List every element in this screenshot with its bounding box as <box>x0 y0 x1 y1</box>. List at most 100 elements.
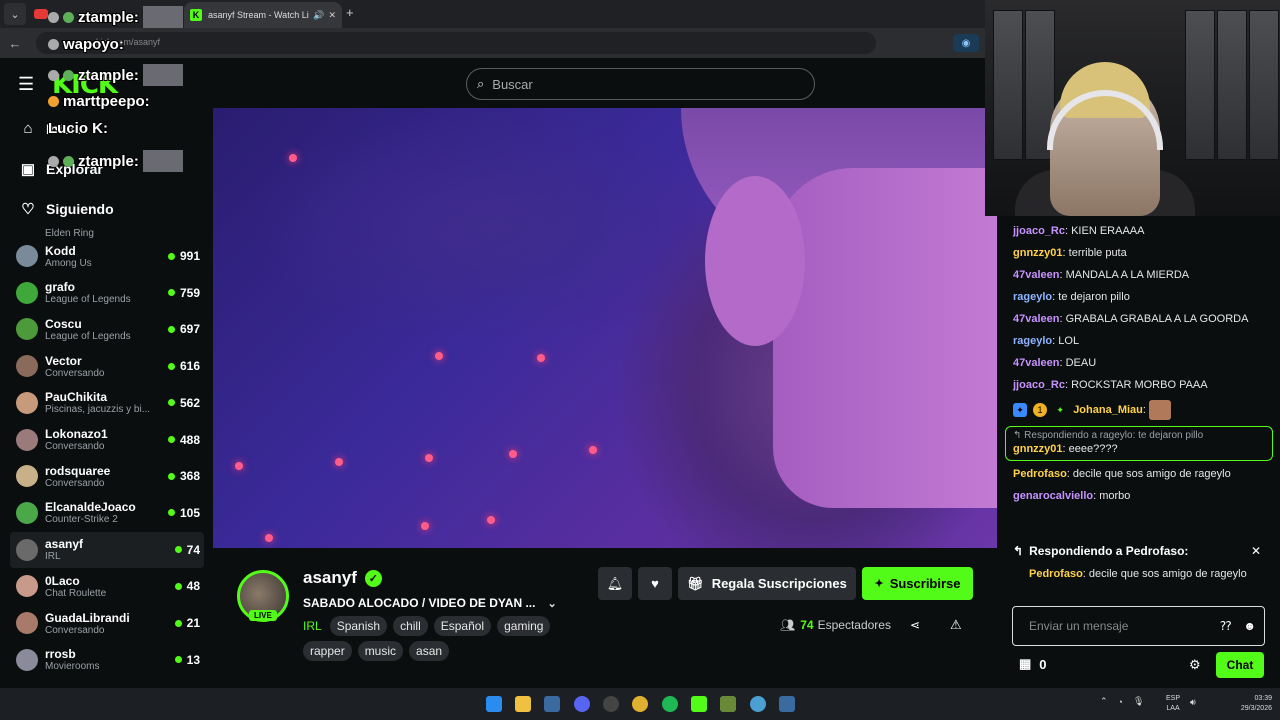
stream-category-link[interactable]: IRL <box>303 619 322 633</box>
browser-tab-active[interactable]: K asanyf Stream - Watch Live 🔊 ✕ <box>184 2 342 28</box>
report-icon[interactable]: ⚠ <box>950 617 962 633</box>
sidebar-channel-elcanaldejoaco[interactable]: ElcanaldeJoaco Counter-Strike 2 105 <box>10 495 204 531</box>
reply-context[interactable]: ↰ Respondiendo a rageylo: te dejaron pil… <box>1013 430 1265 441</box>
chat-input[interactable] <box>1029 619 1209 633</box>
chat-text: morbo <box>1099 490 1131 502</box>
app-icon[interactable] <box>750 696 766 712</box>
steam-icon[interactable] <box>544 696 560 712</box>
sidebar-channel-guadalibrandi[interactable]: GuadaLibrandi Conversando 21 <box>10 605 204 641</box>
translate-icon[interactable]: ⁇ <box>1220 619 1231 633</box>
sidebar-channel-coscu[interactable]: Coscu League of Legends 697 <box>10 311 204 347</box>
nav-siguiendo[interactable]: ♡ Siguiendo <box>18 200 113 218</box>
emoji-icon[interactable]: ☻ <box>1243 619 1256 633</box>
chevron-down-icon[interactable]: ⌄ <box>547 597 556 610</box>
windows-start-icon[interactable] <box>486 696 502 712</box>
volume-icon[interactable]: 🔊︎ <box>1190 697 1196 708</box>
tab-close-icon[interactable]: ✕ <box>328 10 336 21</box>
chat-text: terrible puta <box>1068 247 1127 259</box>
sidebar-channel-grafo[interactable]: grafo League of Legends 759 <box>10 275 204 311</box>
badge-icon: ✦ <box>1013 403 1027 417</box>
menu-icon[interactable]: ☰ <box>18 74 34 95</box>
channel-category: Conversando <box>45 367 105 379</box>
search-bar[interactable]: ⌕ Buscar <box>466 68 815 100</box>
gift-subs-button[interactable]: 🎁︎ Regala Suscripciones <box>678 567 856 600</box>
chat-input-box[interactable]: ⁇ ☻ <box>1012 606 1265 646</box>
discord-icon[interactable] <box>574 696 590 712</box>
chat-username[interactable]: rageylo <box>1013 335 1052 347</box>
overlay-chat-line: ztample: <box>48 64 183 86</box>
chat-username[interactable]: 47valeen <box>1013 269 1059 281</box>
sidebar-channel-0laco[interactable]: 0Laco Chat Roulette 48 <box>10 568 204 604</box>
chevron-up-icon[interactable]: ⌃ <box>1100 696 1108 707</box>
chat-username[interactable]: rageylo <box>1013 291 1052 303</box>
tag-chip[interactable]: rapper <box>303 641 352 661</box>
sidebar-channel-rodsquaree[interactable]: rodsquaree Conversando 368 <box>10 458 204 494</box>
sidebar-channel-lokonazo1[interactable]: Lokonazo1 Conversando 488 <box>10 422 204 458</box>
system-tray: ⌃ ◔ 🎙︎ <box>1100 696 1144 707</box>
spotify-icon[interactable] <box>662 696 678 712</box>
tab-audio-icon[interactable]: 🔊 <box>313 10 324 21</box>
channel-points[interactable]: ▦ 0 <box>1019 656 1047 672</box>
kick-icon[interactable] <box>691 696 707 712</box>
chat-username[interactable]: genarocalviello <box>1013 490 1093 502</box>
channel-viewers: 616 <box>168 359 204 373</box>
network-icon[interactable]: ◔ <box>1118 697 1123 707</box>
back-arrow-icon[interactable]: ← <box>4 36 26 51</box>
channel-name: Lokonazo1 <box>45 427 108 441</box>
tab-list-button[interactable]: ⌄ <box>4 3 26 25</box>
clock[interactable]: 03:39 29/3/2026 <box>1224 694 1272 714</box>
notification-bell-button[interactable]: 🔔︎ <box>598 567 632 600</box>
chat-username[interactable]: gnnzzy01 <box>1013 247 1063 259</box>
extension-icon[interactable]: ◉ <box>953 34 979 52</box>
language-indicator[interactable]: ESP LAA <box>1166 694 1180 714</box>
tag-chip[interactable]: chill <box>393 616 428 636</box>
avatar <box>16 355 38 378</box>
tag-chip[interactable]: gaming <box>497 616 551 636</box>
channel-name: 0Laco <box>45 573 80 588</box>
tag-chip[interactable]: Spanish <box>329 616 388 636</box>
chat-username[interactable]: 47valeen <box>1013 357 1059 369</box>
channel-category: Conversando <box>45 477 105 489</box>
chrome-icon[interactable] <box>632 696 648 712</box>
chat-username[interactable]: Pedrofaso <box>1013 468 1067 480</box>
chat-username[interactable]: jjoaco_Rc <box>1013 379 1065 391</box>
explore-icon: ▣ <box>20 161 36 178</box>
sidebar-channel-rrosb[interactable]: rrosb Movierooms 13 <box>10 642 204 678</box>
avatar <box>16 391 38 414</box>
file-explorer-icon[interactable] <box>515 696 531 712</box>
tag-chip[interactable]: asan <box>409 641 450 661</box>
overlay-chat-line: marttpeepo: <box>48 93 150 110</box>
sidebar-channel-kodd[interactable]: Kodd Among Us 991 <box>10 238 204 274</box>
overlay-chat-line: wapoyo: <box>48 36 124 53</box>
channel-name: Kodd <box>45 243 76 258</box>
minecraft-icon[interactable] <box>720 696 736 712</box>
url-field[interactable]: kick.com/asanyf <box>36 32 876 54</box>
tag-chip[interactable]: Español <box>433 616 492 636</box>
follow-heart-button[interactable]: ♥ <box>638 567 672 600</box>
close-icon[interactable]: ✕ <box>1251 544 1261 558</box>
replying-preview: ↰ Respondiendo a Pedrofaso: ✕ Pedrofaso:… <box>1005 540 1273 604</box>
steam-icon[interactable] <box>779 696 795 712</box>
avatar <box>16 428 38 451</box>
mic-icon[interactable]: 🎙︎ <box>1133 696 1144 707</box>
channel-category: Conversando <box>45 624 105 636</box>
streamer-name[interactable]: asanyf ✓ <box>303 568 382 588</box>
gift-icon: 🎁︎ <box>687 575 704 591</box>
gear-icon[interactable]: ⚙ <box>1189 657 1201 673</box>
chat-username[interactable]: jjoaco_Rc <box>1013 225 1065 237</box>
new-tab-button[interactable]: + <box>346 5 354 20</box>
video-player[interactable] <box>213 108 997 548</box>
channel-viewers: 48 <box>175 579 204 593</box>
channel-viewers: 105 <box>168 506 204 520</box>
share-icon[interactable]: ⋖ <box>910 618 920 632</box>
chat-text: ROCKSTAR MORBO PAAA <box>1071 379 1208 391</box>
tag-chip[interactable]: music <box>357 641 404 661</box>
sidebar-channel-pauchikita[interactable]: PauChikita Piscinas, jacuzzis y bi... 562 <box>10 385 204 421</box>
obs-icon[interactable] <box>603 696 619 712</box>
sidebar-channel-vector[interactable]: Vector Conversando 616 <box>10 348 204 384</box>
pinned-tab-youtube[interactable] <box>34 9 48 19</box>
sidebar-channel-asanyf[interactable]: asanyf IRL 74 <box>10 531 204 568</box>
subscribe-button[interactable]: ✦ Suscribirse <box>862 567 973 600</box>
chat-send-button[interactable]: Chat <box>1216 652 1264 678</box>
chat-username[interactable]: 47valeen <box>1013 313 1059 325</box>
